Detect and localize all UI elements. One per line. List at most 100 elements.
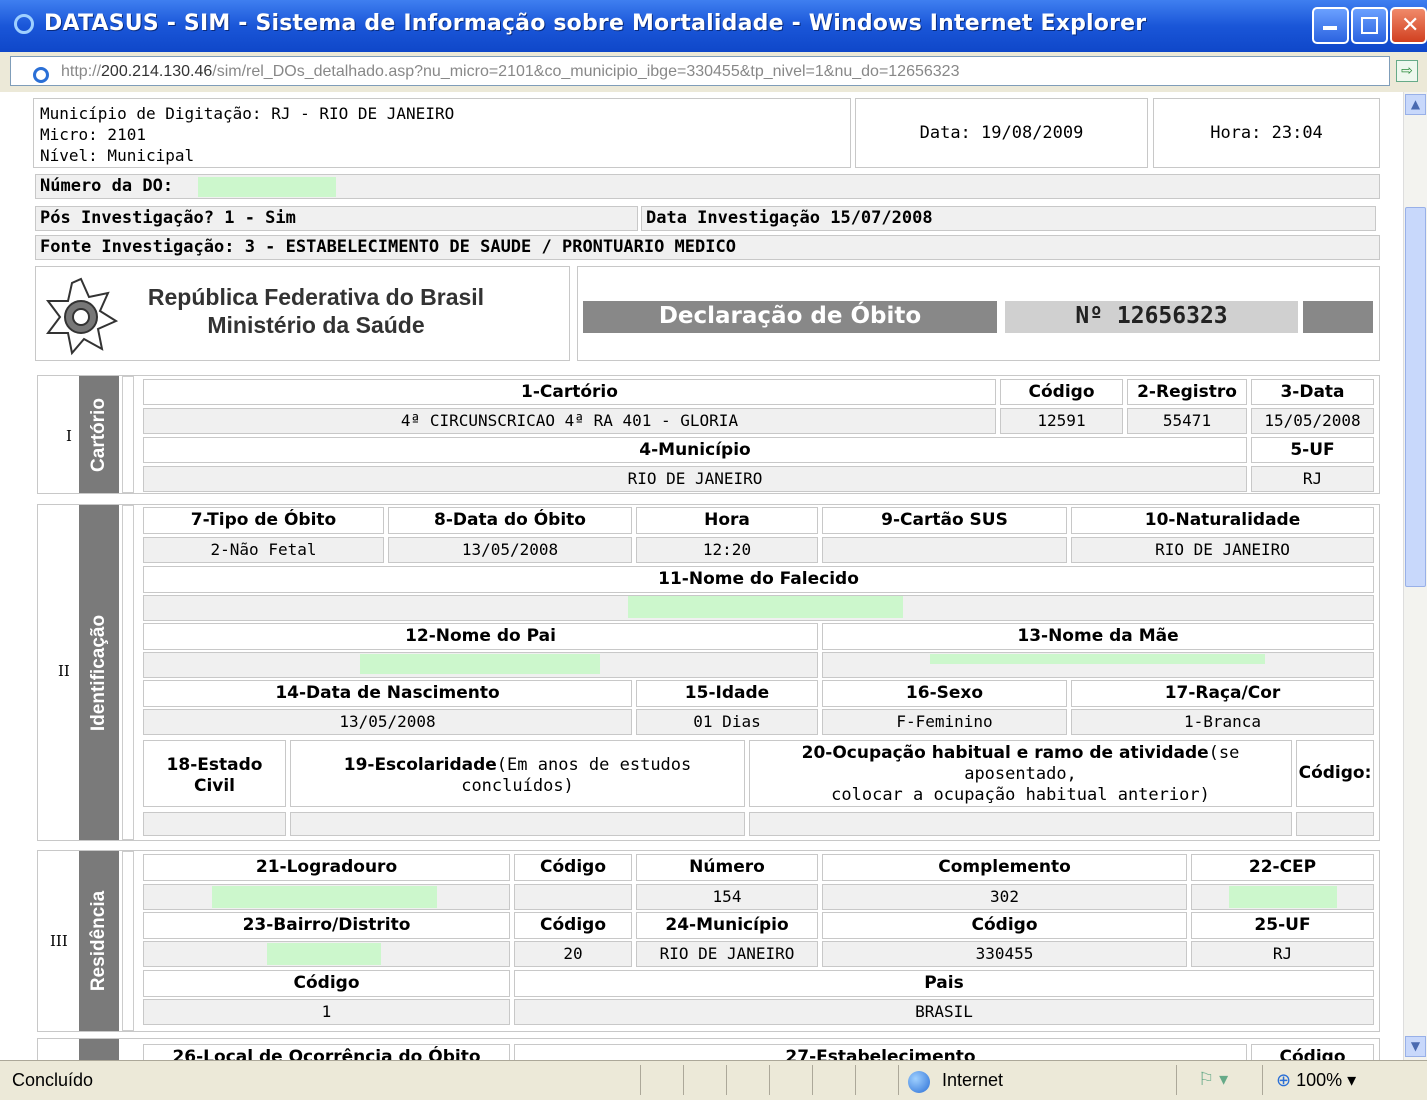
col-header: Código	[514, 912, 632, 939]
col-header: 13-Nome da Mãe	[822, 623, 1374, 650]
data-obito-value: 13/05/2008	[388, 537, 632, 563]
col-header: 10-Naturalidade	[1071, 507, 1374, 534]
window-title: DATASUS - SIM - Sistema de Informação so…	[44, 11, 1147, 36]
redacted-highlight	[1229, 886, 1337, 908]
data-investigacao: Data Investigação 15/07/2008	[641, 206, 1376, 231]
col-header: Complemento	[822, 854, 1187, 881]
section-label	[79, 1039, 119, 1060]
numero-do-label: Número da DO:	[40, 176, 174, 196]
col-header: 5-UF	[1251, 437, 1374, 463]
escolaridade-value	[290, 812, 745, 836]
declaracao-numero: Nº 12656323	[1005, 301, 1298, 333]
ocupacao-h-bold: 20-Ocupação habitual e ramo de atividade	[801, 743, 1209, 763]
redacted-highlight	[628, 596, 903, 618]
col-header: Código	[143, 970, 510, 997]
go-icon[interactable]: ⇨	[1396, 60, 1418, 82]
scroll-down-icon[interactable]: ▼	[1405, 1036, 1426, 1057]
scroll-thumb[interactable]	[1405, 207, 1426, 587]
col-header: Código	[822, 912, 1187, 939]
status-text: Concluído	[12, 1070, 94, 1090]
municipio-value: RIO DE JANEIRO	[143, 466, 1247, 492]
col-header: Código	[514, 854, 632, 881]
cartao-sus-value	[822, 537, 1067, 563]
close-button[interactable]: ✕	[1390, 7, 1427, 44]
logradouro-codigo-value	[514, 884, 632, 910]
col-header: 7-Tipo de Óbito	[143, 507, 384, 534]
section-label: Identificação	[79, 505, 119, 840]
naturalidade-value: RIO DE JANEIRO	[1071, 537, 1374, 563]
zoom-level: 100%	[1296, 1070, 1343, 1090]
protected-mode-icon[interactable]: ⚐ ▾	[1198, 1069, 1228, 1090]
hora-value: 12:20	[636, 537, 818, 563]
coat-of-arms-icon	[46, 277, 119, 356]
pais-value: BRASIL	[514, 999, 1374, 1025]
estado-civil-h2: Civil	[193, 776, 236, 796]
section-roman: III	[50, 932, 68, 950]
url-path: /sim/rel_DOs_detalhado.asp?nu_micro=2101…	[212, 63, 960, 80]
col-header: 1-Cartório	[143, 379, 996, 405]
col-header: 24-Município	[636, 912, 818, 939]
page-icon	[33, 67, 49, 83]
minimize-button[interactable]	[1312, 7, 1349, 44]
raca-value: 1-Branca	[1071, 709, 1374, 735]
col-header: Código	[1251, 1044, 1374, 1060]
redacted-highlight	[267, 943, 381, 965]
zoom-control[interactable]: ⊕ 100% ▾	[1276, 1070, 1356, 1091]
redacted-highlight	[360, 654, 600, 674]
complemento-value: 302	[822, 884, 1187, 910]
col-header: 23-Bairro/Distrito	[143, 912, 510, 939]
pos-investigacao-text: Pós Investigação? 1 - Sim	[40, 208, 296, 228]
data-value: 15/05/2008	[1251, 408, 1374, 434]
redacted-highlight	[930, 654, 1265, 664]
col-header: 8-Data do Óbito	[388, 507, 632, 534]
vertical-scrollbar[interactable]: ▲ ▼	[1403, 92, 1427, 1060]
col-header: 9-Cartão SUS	[822, 507, 1067, 534]
ocupacao-h-rest: (se	[1208, 743, 1240, 763]
col-header: 2-Registro	[1127, 379, 1247, 405]
section-label: Residência	[79, 851, 119, 1031]
municipio-codigo-value: 330455	[822, 941, 1187, 967]
uf-value: RJ	[1251, 466, 1374, 492]
estado-civil-h1: 18-Estado	[166, 755, 263, 775]
declaracao-title: Declaração de Óbito	[583, 301, 997, 333]
fonte-investigacao-text: Fonte Investigação: 3 - ESTABELECIMENTO …	[40, 237, 736, 257]
brand-line2: Ministério da Saúde	[207, 312, 425, 338]
col-header-ocupacao: 20-Ocupação habitual e ramo de atividade…	[749, 740, 1292, 807]
pais-codigo-value: 1	[143, 999, 510, 1025]
col-header: 11-Nome do Falecido	[143, 566, 1374, 593]
pos-investigacao: Pós Investigação? 1 - Sim	[35, 206, 638, 231]
status-bar: Concluído Internet ⚐ ▾ ⊕ 100% ▾	[0, 1060, 1427, 1100]
col-header: 22-CEP	[1191, 854, 1374, 881]
col-header: 17-Raça/Cor	[1071, 680, 1374, 707]
section-gutter	[122, 505, 134, 840]
col-header: 27-Estabelecimento	[514, 1044, 1247, 1060]
col-header: Número	[636, 854, 818, 881]
col-header: 21-Logradouro	[143, 854, 510, 881]
header-time-box: Hora: 23:04	[1153, 98, 1380, 168]
page-content: Município de Digitação: RJ - RIO DE JANE…	[0, 92, 1400, 1060]
col-header: 4-Município	[143, 437, 1247, 463]
cartorio-value: 4ª CIRCUNSCRICAO 4ª RA 401 - GLORIA	[143, 408, 996, 434]
col-header: 15-Idade	[636, 680, 818, 707]
header-time: Hora: 23:04	[1210, 123, 1323, 143]
col-header: 3-Data	[1251, 379, 1374, 405]
col-header: Código:	[1296, 740, 1374, 807]
codigo-value: 12591	[1000, 408, 1123, 434]
url-field[interactable]: http://200.214.130.46/sim/rel_DOs_detalh…	[10, 56, 1390, 86]
col-header: 14-Data de Nascimento	[143, 680, 632, 707]
ocupacao-value	[749, 812, 1292, 836]
col-header: 12-Nome do Pai	[143, 623, 818, 650]
col-header: Código	[1000, 379, 1123, 405]
municipio-digitacao: Município de Digitação: RJ - RIO DE JANE…	[40, 104, 455, 123]
nascimento-value: 13/05/2008	[143, 709, 632, 735]
ocupacao-codigo-value	[1296, 812, 1374, 836]
sexo-value: F-Feminino	[822, 709, 1067, 735]
estado-civil-value	[143, 812, 286, 836]
internet-globe-icon	[908, 1071, 930, 1093]
escolaridade-h-rest: (Em anos de estudos	[496, 755, 692, 775]
section-gutter	[122, 851, 134, 1031]
residencia-uf-value: RJ	[1191, 941, 1374, 967]
zoom-icon: ⊕	[1276, 1070, 1292, 1090]
maximize-button[interactable]	[1351, 7, 1388, 44]
scroll-up-icon[interactable]: ▲	[1405, 94, 1426, 115]
